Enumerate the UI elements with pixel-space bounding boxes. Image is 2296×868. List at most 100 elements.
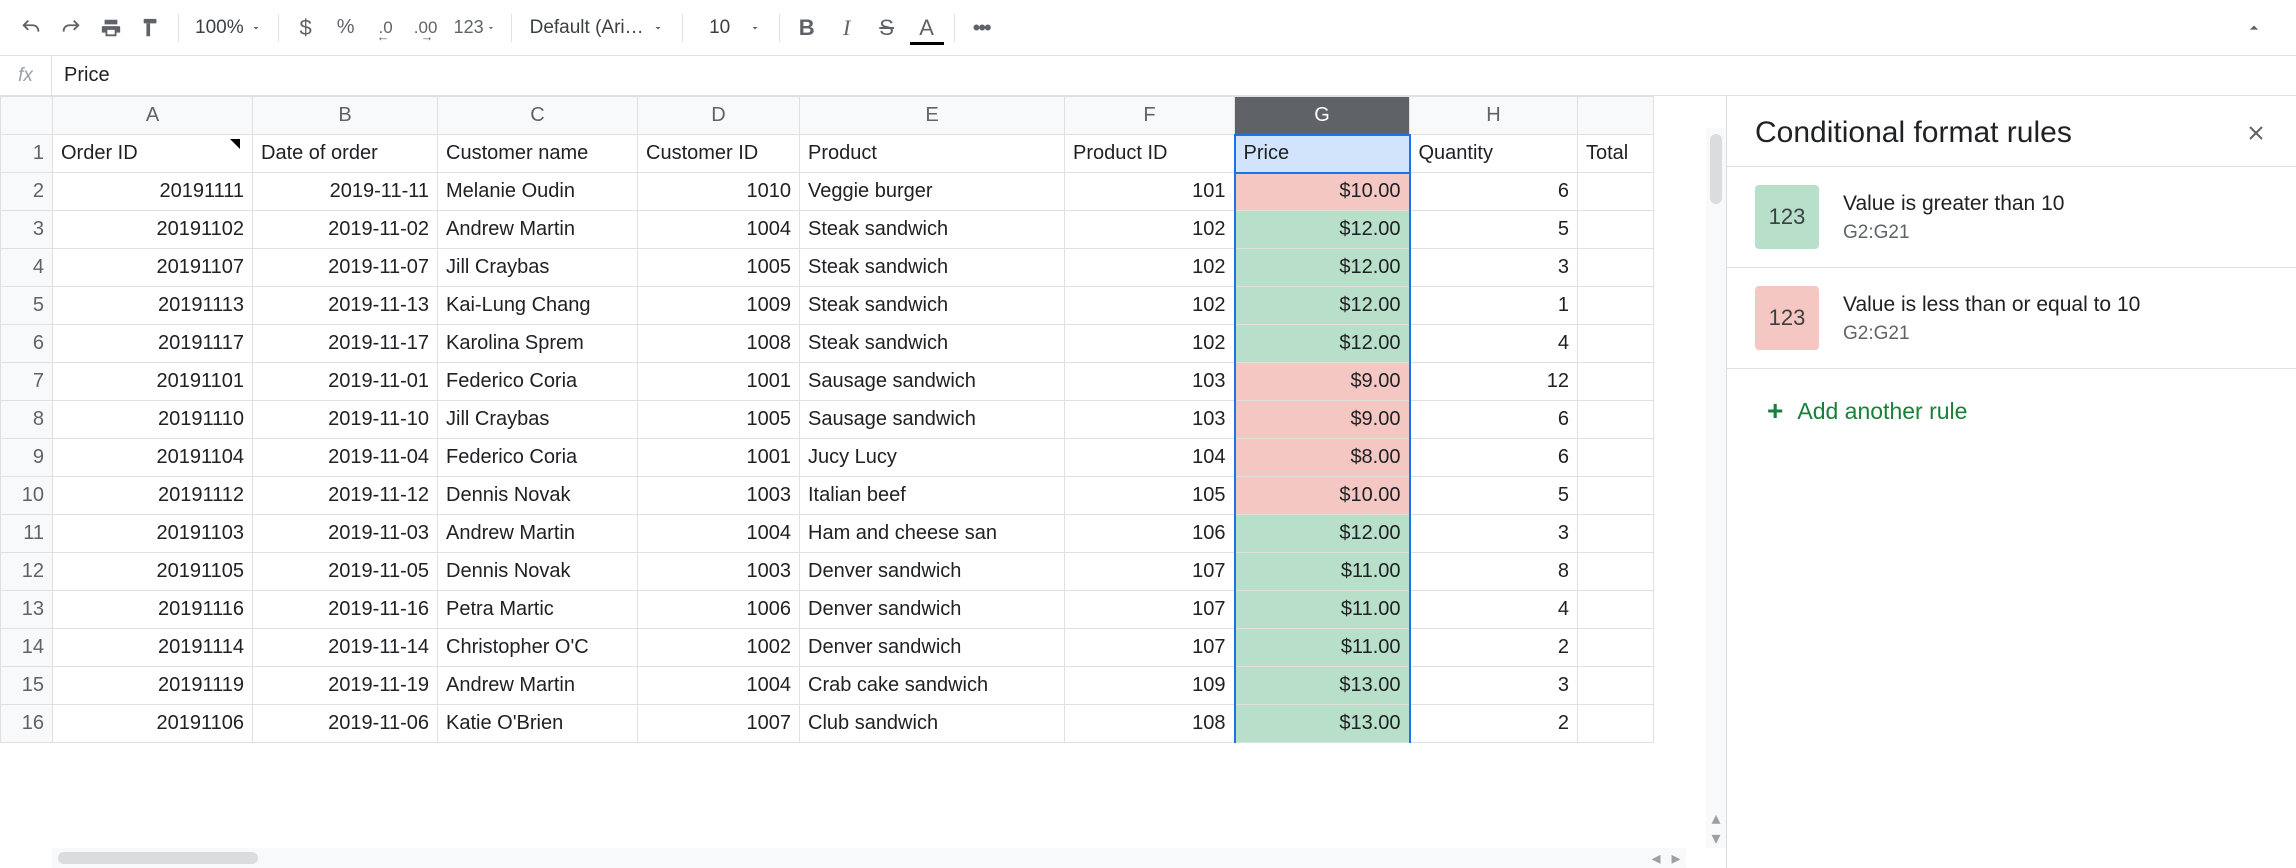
cell[interactable] [1578, 439, 1654, 477]
row-header-10[interactable]: 10 [1, 477, 53, 515]
column-header-C[interactable]: C [438, 97, 638, 135]
cell[interactable]: Katie O'Brien [438, 705, 638, 743]
cell[interactable] [1578, 477, 1654, 515]
row-header-6[interactable]: 6 [1, 325, 53, 363]
cell[interactable]: 3 [1410, 515, 1578, 553]
cell[interactable]: 12 [1410, 363, 1578, 401]
cell[interactable]: 107 [1065, 629, 1235, 667]
cell[interactable]: Federico Coria [438, 439, 638, 477]
decrease-decimal-button[interactable]: .0← [367, 9, 405, 47]
cell[interactable]: 102 [1065, 287, 1235, 325]
column-header-I[interactable] [1578, 97, 1654, 135]
cell[interactable]: 103 [1065, 401, 1235, 439]
cell[interactable]: 20191102 [53, 211, 253, 249]
cell[interactable]: 1002 [638, 629, 800, 667]
zoom-dropdown[interactable]: 100% [187, 17, 270, 39]
cell[interactable]: 1001 [638, 439, 800, 477]
cell[interactable]: 2019-11-12 [253, 477, 438, 515]
cell[interactable]: Melanie Oudin [438, 173, 638, 211]
paint-format-button[interactable] [132, 9, 170, 47]
cell[interactable]: 6 [1410, 173, 1578, 211]
cell[interactable]: 109 [1065, 667, 1235, 705]
cell[interactable]: Order ID [53, 135, 253, 173]
cell[interactable]: 2019-11-13 [253, 287, 438, 325]
cell[interactable]: Kai-Lung Chang [438, 287, 638, 325]
scrollbar-thumb[interactable] [58, 852, 258, 864]
cell[interactable]: 2019-11-03 [253, 515, 438, 553]
cell[interactable]: Customer name [438, 135, 638, 173]
horizontal-scrollbar[interactable]: ◂ ▸ [52, 848, 1686, 868]
cell[interactable]: 1005 [638, 401, 800, 439]
cell[interactable]: 20191112 [53, 477, 253, 515]
cell[interactable]: 102 [1065, 211, 1235, 249]
cell[interactable]: Product ID [1065, 135, 1235, 173]
redo-button[interactable] [52, 9, 90, 47]
cell[interactable]: 20191113 [53, 287, 253, 325]
cell[interactable]: 105 [1065, 477, 1235, 515]
scroll-up-arrow[interactable]: ▴ [1706, 808, 1726, 828]
cell[interactable]: 2019-11-04 [253, 439, 438, 477]
cell[interactable] [1578, 173, 1654, 211]
cell[interactable]: 1003 [638, 553, 800, 591]
more-formats-dropdown[interactable]: 123 [447, 9, 503, 47]
cell[interactable]: 2019-11-06 [253, 705, 438, 743]
cell[interactable]: Club sandwich [800, 705, 1065, 743]
cell[interactable]: 2 [1410, 629, 1578, 667]
cell[interactable] [1578, 591, 1654, 629]
cell[interactable]: 1005 [638, 249, 800, 287]
cell[interactable]: Andrew Martin [438, 667, 638, 705]
column-header-E[interactable]: E [800, 97, 1065, 135]
row-header-2[interactable]: 2 [1, 173, 53, 211]
percent-button[interactable]: % [327, 9, 365, 47]
italic-button[interactable]: I [828, 9, 866, 47]
row-header-14[interactable]: 14 [1, 629, 53, 667]
undo-button[interactable] [12, 9, 50, 47]
cell[interactable]: 20191101 [53, 363, 253, 401]
row-header-4[interactable]: 4 [1, 249, 53, 287]
filter-icon[interactable] [230, 139, 240, 149]
cell[interactable]: 2019-11-10 [253, 401, 438, 439]
active-cell[interactable]: Price [1235, 135, 1410, 173]
cell[interactable]: Ham and cheese san [800, 515, 1065, 553]
cell[interactable]: Denver sandwich [800, 553, 1065, 591]
close-sidebar-button[interactable] [2244, 121, 2268, 145]
spreadsheet-grid[interactable]: A B C D E F G H 1 Order ID Date of order… [0, 96, 1726, 868]
cell[interactable]: Andrew Martin [438, 211, 638, 249]
cell[interactable]: Italian beef [800, 477, 1065, 515]
cell[interactable]: 6 [1410, 401, 1578, 439]
cell[interactable]: 104 [1065, 439, 1235, 477]
cell[interactable]: 101 [1065, 173, 1235, 211]
row-header-3[interactable]: 3 [1, 211, 53, 249]
cell[interactable]: 1001 [638, 363, 800, 401]
cell[interactable]: 20191119 [53, 667, 253, 705]
cell[interactable]: 8 [1410, 553, 1578, 591]
cell[interactable]: $12.00 [1235, 287, 1410, 325]
cell[interactable]: $12.00 [1235, 211, 1410, 249]
cell[interactable]: Jill Craybas [438, 401, 638, 439]
cell[interactable]: 107 [1065, 591, 1235, 629]
cell[interactable]: 20191106 [53, 705, 253, 743]
cell[interactable] [1578, 325, 1654, 363]
scroll-left-arrow[interactable]: ◂ [1646, 848, 1666, 868]
cell[interactable]: $13.00 [1235, 667, 1410, 705]
cell[interactable]: $13.00 [1235, 705, 1410, 743]
cell[interactable]: Andrew Martin [438, 515, 638, 553]
cell[interactable]: $12.00 [1235, 325, 1410, 363]
cell[interactable]: $12.00 [1235, 515, 1410, 553]
cell[interactable]: 3 [1410, 667, 1578, 705]
cell[interactable]: 1004 [638, 667, 800, 705]
row-header-12[interactable]: 12 [1, 553, 53, 591]
cell[interactable]: Steak sandwich [800, 249, 1065, 287]
scroll-down-arrow[interactable]: ▾ [1706, 828, 1726, 848]
scroll-right-arrow[interactable]: ▸ [1666, 848, 1686, 868]
cell[interactable]: Dennis Novak [438, 477, 638, 515]
cell[interactable]: Steak sandwich [800, 211, 1065, 249]
row-header-8[interactable]: 8 [1, 401, 53, 439]
row-header-11[interactable]: 11 [1, 515, 53, 553]
cell[interactable] [1578, 363, 1654, 401]
vertical-scrollbar[interactable]: ▴ ▾ [1706, 128, 1726, 848]
increase-decimal-button[interactable]: .00→ [407, 9, 445, 47]
cell[interactable]: 2019-11-07 [253, 249, 438, 287]
cell[interactable]: Product [800, 135, 1065, 173]
column-header-F[interactable]: F [1065, 97, 1235, 135]
